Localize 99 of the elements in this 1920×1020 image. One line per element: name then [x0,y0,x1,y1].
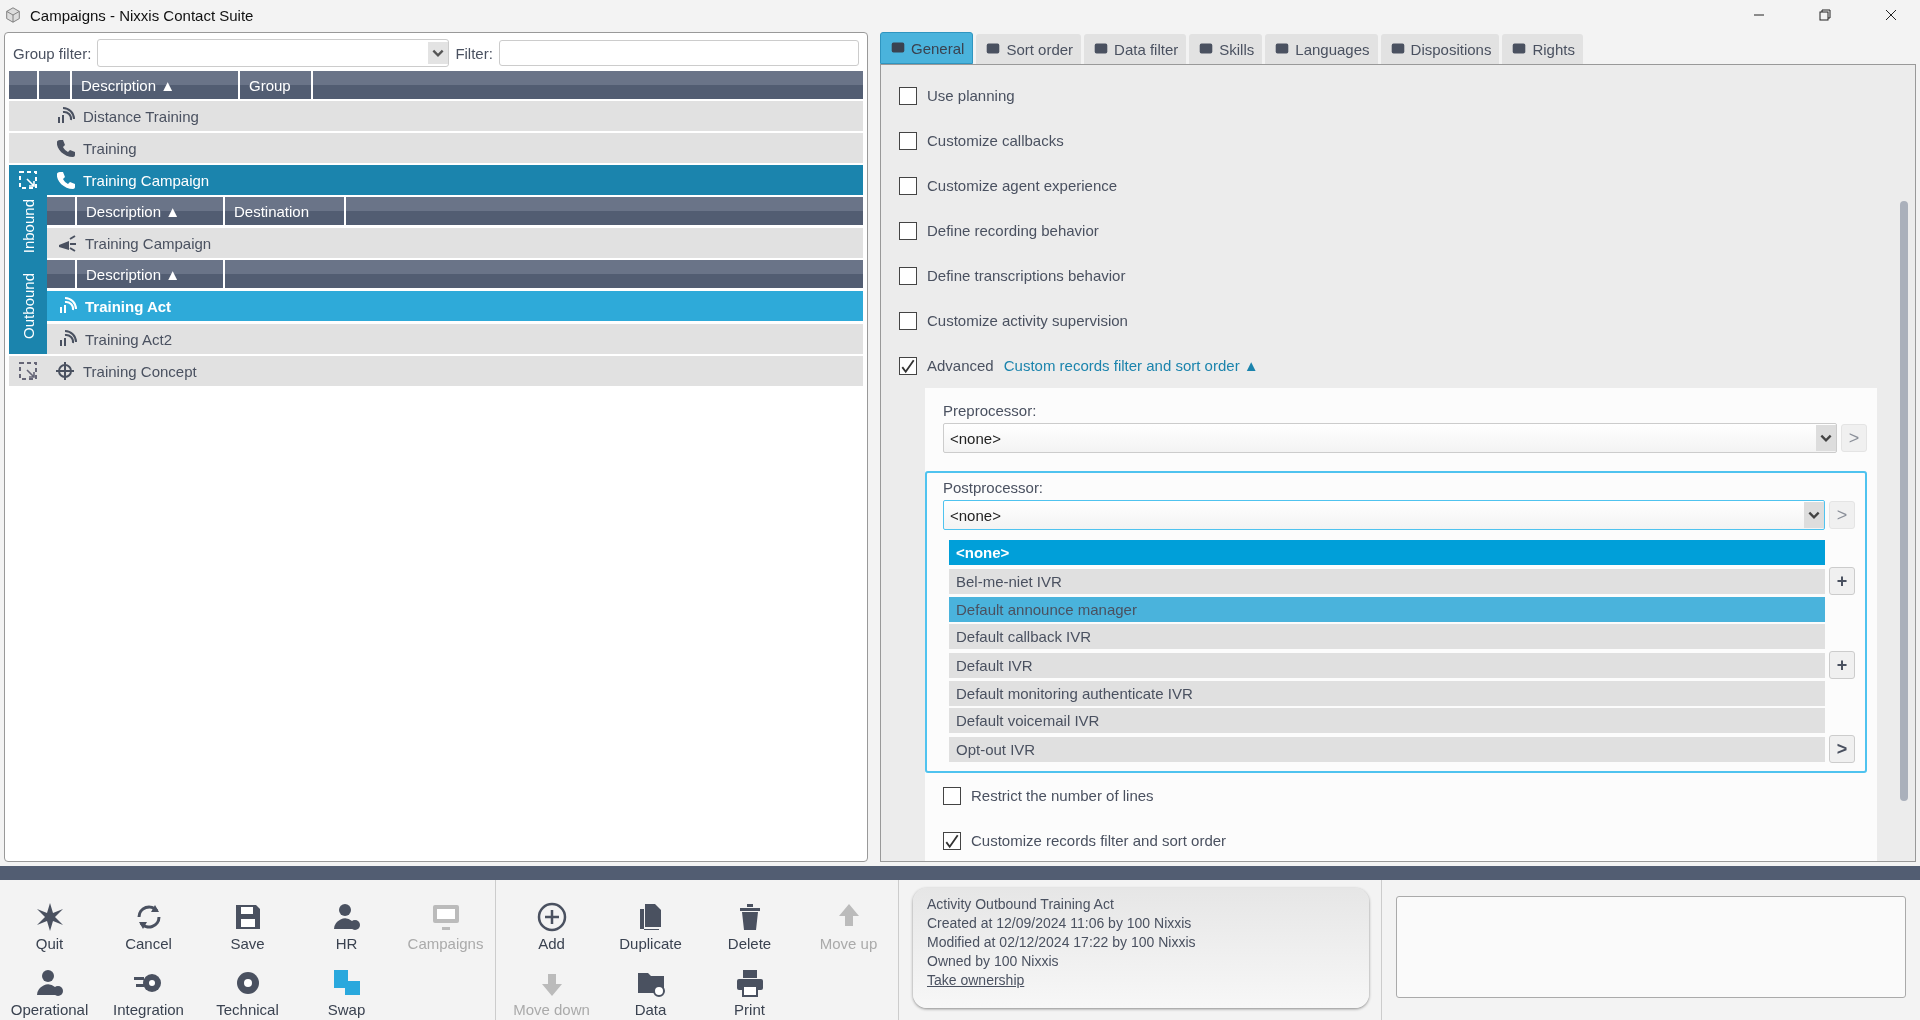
campaign-row[interactable]: Distance Training [9,101,863,131]
dropdown-option[interactable]: Default announce manager [949,597,1825,622]
checkbox[interactable] [899,176,917,195]
take-ownership-link[interactable]: Take ownership [927,972,1355,988]
toolbar-button[interactable]: Save [198,886,297,952]
chevron-down-icon [1816,425,1836,451]
section-tab[interactable]: Inbound [19,199,37,254]
checkbox-label: Define recording behavior [927,222,1099,239]
preprocessor-dropdown[interactable]: <none> [943,423,1837,453]
activity-row[interactable]: Training Act2 [47,324,863,354]
side-button[interactable]: + [1829,651,1855,679]
advanced-link[interactable]: Custom records filter and sort order ▲ [1003,357,1259,374]
chevron-down-icon [1804,502,1824,528]
tab[interactable]: Skills [1189,34,1263,64]
check-icon [900,357,916,374]
tab[interactable]: Languages [1265,34,1378,64]
dropdown-option[interactable]: Default monitoring authenticate IVR [949,681,1825,706]
expand-icon[interactable] [18,361,38,381]
checkbox-label: Use planning [927,87,1015,104]
checkbox[interactable] [899,356,917,375]
toolbar-button[interactable]: Duplicate [601,886,700,952]
phone-icon [55,138,75,158]
tab[interactable]: General [880,32,974,64]
app-icon [4,6,22,24]
checkbox-label: Advanced [927,357,994,374]
signal-icon [57,296,77,316]
column-header[interactable]: Description ▲ [75,71,240,99]
row-label: Training Act2 [85,330,172,348]
phone-icon [55,170,75,190]
checkbox-label: Customize callbacks [927,132,1064,149]
row-label: Training Campaign [83,171,210,189]
info-line: Modified at 02/12/2024 17:22 by 100 Nixxis [927,934,1197,950]
field-label: Preprocessor: [943,402,1038,419]
checkbox-label: Customize activity supervision [927,312,1128,329]
toolbar-button[interactable]: Quit [0,886,99,952]
side-button[interactable]: > [1829,735,1855,763]
checkbox-label: Define transcriptions behavior [927,267,1126,284]
toolbar-button[interactable]: Cancel [99,886,198,952]
toolbar-button[interactable]: Add [502,886,601,952]
checkbox[interactable] [899,86,917,105]
restore-icon[interactable] [1818,8,1832,22]
tab[interactable]: Rights [1502,34,1583,64]
check-icon [944,832,960,849]
checkbox-label: Restrict the number of lines [971,787,1154,804]
section-tab[interactable]: Outbound [19,273,37,339]
column-header[interactable]: Description ▲ [80,260,225,288]
field-label: Postprocessor: [943,479,1045,496]
field-label: Filter: [455,44,493,62]
checkbox[interactable] [899,221,917,240]
toolbar-button[interactable]: Operational [0,952,99,1018]
megaphone-icon [57,233,77,253]
info-line: Activity Outbound Training Act [927,896,1115,912]
column-header[interactable]: Destination [228,197,346,225]
info-line: Owned by 100 Nixxis [927,953,1060,969]
signal-icon [55,106,75,126]
window-title: Campaigns - Nixxis Contact Suite [30,6,254,24]
close-icon[interactable] [1884,8,1898,22]
postprocessor-dropdown[interactable]: <none> [943,500,1825,530]
chevron-down-icon [428,42,449,64]
checkbox[interactable] [943,831,961,850]
tab[interactable]: Dispositions [1380,34,1500,64]
toolbar-button[interactable]: Data [601,952,700,1018]
dropdown-option[interactable]: Opt-out IVR [949,736,1825,762]
toolbar-button[interactable]: Technical [198,952,297,1018]
info-line: Created at 12/09/2024 11:06 by 100 Nixxis [927,915,1193,931]
toolbar-button[interactable]: HR [297,886,396,952]
checkbox[interactable] [899,131,917,150]
dropdown-option[interactable]: Default voicemail IVR [949,708,1825,733]
field-label: Group filter: [13,44,92,62]
row-label: Training Act [85,297,172,315]
crosshair-icon [55,361,75,381]
campaign-row[interactable]: Training Concept [9,356,863,386]
dropdown-option[interactable]: Default callback IVR [949,624,1825,649]
tab[interactable]: Sort order [976,34,1082,64]
toolbar-button[interactable]: Print [700,952,799,1018]
toolbar-button[interactable]: Swap [297,952,396,1018]
row-label: Training Campaign [85,234,212,252]
column-header[interactable]: Description ▲ [80,197,225,225]
toolbar-button[interactable]: Integration [99,952,198,1018]
dropdown-option[interactable]: Bel-me-niet IVR [949,568,1825,594]
tab[interactable]: Data filter [1084,34,1187,64]
signal-icon [57,329,77,349]
checkbox-label: Customize agent experience [927,177,1118,194]
activity-row[interactable]: Training Campaign [47,228,863,258]
checkbox[interactable] [899,311,917,330]
checkbox[interactable] [943,786,961,805]
checkbox-label: Customize records filter and sort order [971,832,1227,849]
row-label: Training Concept [83,362,197,380]
column-header[interactable]: Group [243,71,313,99]
checkbox[interactable] [899,266,917,285]
side-button[interactable]: + [1829,567,1855,595]
notes-field[interactable] [1396,896,1906,998]
row-label: Distance Training [83,107,199,125]
filter-field[interactable] [498,40,859,66]
row-label: Training [83,139,137,157]
toolbar-button[interactable]: Delete [700,886,799,952]
campaign-row[interactable]: Training [9,133,863,163]
dropdown-option[interactable]: Default IVR [949,652,1825,678]
plus-circle-icon [535,901,568,933]
